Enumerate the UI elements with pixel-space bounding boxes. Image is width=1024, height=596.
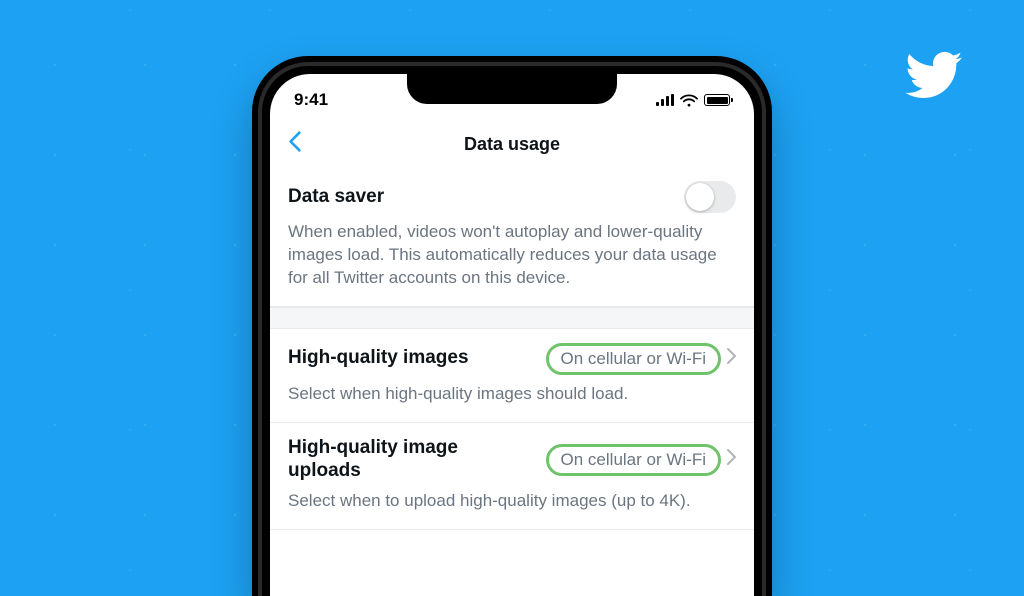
chevron-right-icon [727, 348, 736, 369]
twitter-bird-icon [897, 45, 969, 110]
section-hq-images[interactable]: High-quality images On cellular or Wi-Fi… [270, 329, 754, 423]
status-time: 9:41 [294, 90, 328, 110]
wifi-icon [680, 94, 698, 107]
battery-icon [704, 94, 730, 106]
hq-images-value: On cellular or Wi-Fi [546, 343, 721, 375]
page-title: Data usage [464, 134, 560, 155]
hq-images-description: Select when high-quality images should l… [288, 383, 736, 406]
hq-uploads-description: Select when to upload high-quality image… [288, 490, 736, 513]
phone-screen: 9:41 Data [270, 74, 754, 596]
data-saver-description: When enabled, videos won't autoplay and … [288, 221, 736, 290]
hq-images-label: High-quality images [288, 347, 469, 370]
phone-mockup: 9:41 Data [252, 56, 772, 596]
phone-notch [407, 74, 617, 104]
section-divider [270, 307, 754, 329]
section-data-saver: Data saver When enabled, videos won't au… [270, 167, 754, 307]
cellular-signal-icon [656, 94, 674, 106]
hq-uploads-value: On cellular or Wi-Fi [546, 444, 721, 476]
hq-uploads-label: High-quality image uploads [288, 437, 534, 483]
section-hq-uploads[interactable]: High-quality image uploads On cellular o… [270, 423, 754, 531]
data-saver-toggle[interactable] [684, 181, 736, 213]
chevron-left-icon [288, 131, 302, 153]
back-button[interactable] [284, 127, 306, 162]
navbar: Data usage [270, 122, 754, 167]
data-saver-label: Data saver [288, 186, 384, 209]
chevron-right-icon [727, 449, 736, 470]
